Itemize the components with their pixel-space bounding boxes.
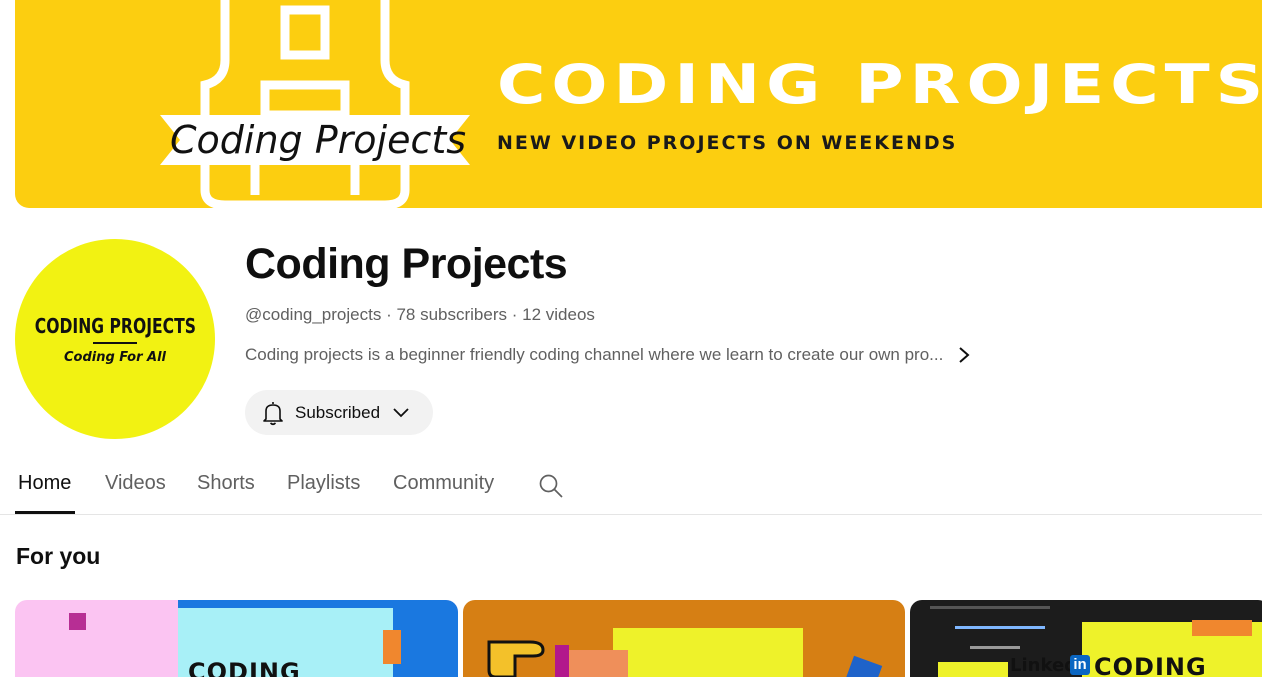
channel-description-text: Coding projects is a beginner friendly c…: [245, 345, 944, 364]
channel-description[interactable]: Coding projects is a beginner friendly c…: [245, 345, 1005, 365]
meta-separator: ·: [507, 305, 523, 324]
code-line: [930, 606, 1050, 609]
thumbnail-shape: [843, 655, 883, 677]
video-thumbnail[interactable]: CODING: [15, 600, 458, 677]
channel-tabs: Home Videos Shorts Playlists Community: [0, 460, 1262, 515]
section-title: For you: [16, 543, 101, 569]
subscriber-count: 78 subscribers: [396, 305, 508, 324]
video-thumbnail[interactable]: Linked in CODING: [910, 600, 1262, 677]
banner-robot-logo: [160, 0, 470, 208]
tab-videos[interactable]: Videos: [105, 472, 166, 495]
video-count: 12 videos: [522, 305, 595, 324]
thumbnail-text: CODING: [188, 658, 301, 677]
thumbnail-tab: [383, 630, 401, 664]
chevron-down-icon: [393, 407, 409, 417]
thumbnail-tab: [1192, 620, 1252, 636]
linkedin-badge: in: [1070, 655, 1090, 675]
thumbnail-note: [568, 650, 628, 677]
meta-separator: ·: [381, 305, 397, 324]
subscribed-label: Subscribed: [295, 402, 381, 422]
channel-meta: @coding_projects · 78 subscribers · 12 v…: [245, 305, 595, 325]
channel-avatar[interactable]: CODING PROJECTS Coding For All: [15, 239, 215, 439]
video-thumbnail[interactable]: [463, 600, 905, 677]
avatar-divider: [93, 341, 137, 344]
banner-logo-text: Coding Projects: [170, 118, 467, 162]
thumbnail-brand: Linked: [1010, 655, 1078, 676]
chevron-right-icon[interactable]: [957, 345, 971, 365]
tab-community[interactable]: Community: [393, 472, 494, 495]
bell-icon: [263, 401, 283, 425]
banner-tagline: NEW VIDEO PROJECTS ON WEEKENDS: [497, 132, 958, 154]
tab-playlists[interactable]: Playlists: [287, 472, 360, 495]
tab-shorts[interactable]: Shorts: [197, 472, 255, 495]
channel-handle[interactable]: @coding_projects: [245, 305, 381, 324]
avatar-title: CODING PROJECTS: [34, 313, 196, 338]
search-icon[interactable]: [538, 473, 564, 499]
banner-title: CODING PROJECTS: [497, 53, 1262, 117]
avatar-subtitle: Coding For All: [63, 349, 167, 365]
code-line: [955, 626, 1045, 629]
subscribed-button[interactable]: Subscribed: [245, 390, 433, 435]
thumbnail-note: [938, 662, 1008, 677]
tab-home[interactable]: Home: [18, 472, 71, 495]
channel-name: Coding Projects: [245, 240, 568, 288]
channel-banner: Coding Projects CODING PROJECTS NEW VIDE…: [15, 0, 1262, 208]
thumbnail-square: [69, 613, 86, 630]
pointing-hand-icon: [487, 640, 545, 677]
thumbnail-text: CODING: [1094, 653, 1207, 677]
thumbnail-note: [613, 628, 803, 677]
code-line: [970, 646, 1020, 649]
active-tab-indicator: [15, 511, 75, 514]
